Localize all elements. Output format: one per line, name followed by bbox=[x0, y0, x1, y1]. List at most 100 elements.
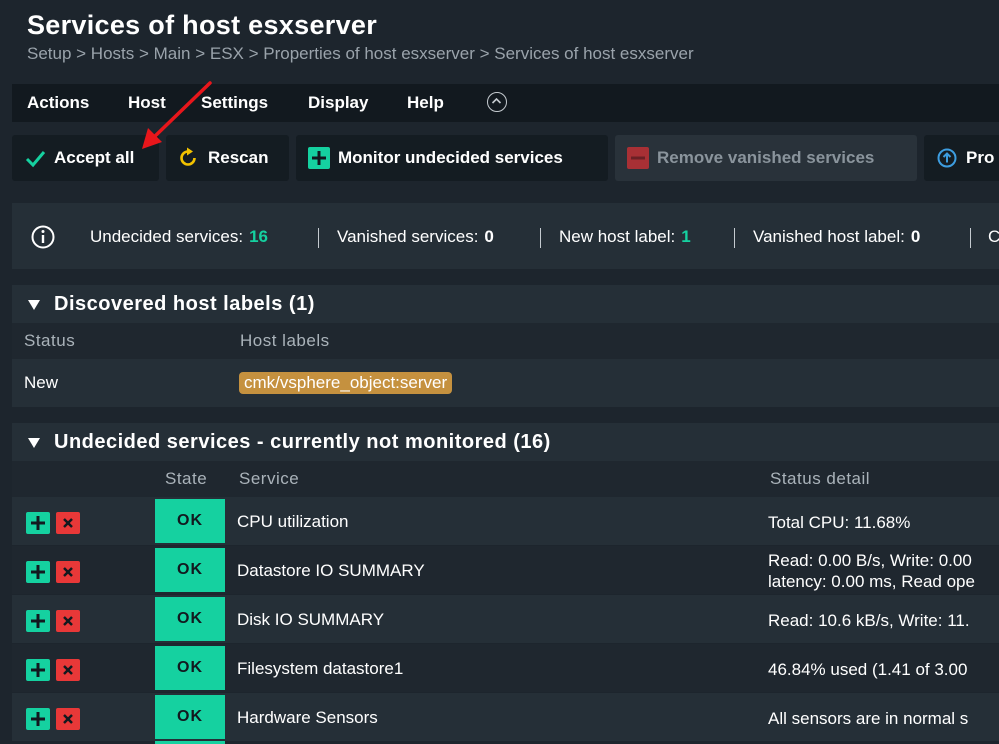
status-detail: Total CPU: 11.68% bbox=[768, 512, 910, 533]
new-host-label-stat: New host label: 1 bbox=[559, 227, 691, 247]
table-row: OK Filesystem datastore1 46.84% used (1.… bbox=[12, 644, 999, 692]
divider bbox=[734, 228, 735, 248]
remove-vanished-label: Remove vanished services bbox=[657, 148, 875, 167]
refresh-icon bbox=[180, 147, 196, 166]
check-icon bbox=[25, 151, 46, 168]
undecided-services-stat: Undecided services: 16 bbox=[90, 227, 268, 247]
page-title: Services of host esxserver bbox=[27, 10, 378, 40]
service-name: CPU utilization bbox=[237, 512, 349, 531]
menu-bar: Actions Host Settings Display Help bbox=[12, 84, 999, 122]
menu-actions[interactable]: Actions bbox=[27, 93, 89, 113]
vanished-services-stat: Vanished services: 0 bbox=[337, 227, 494, 247]
column-header-state: State bbox=[165, 469, 208, 488]
vanished-services-label: Vanished services: bbox=[337, 227, 479, 246]
table-row: OK CPU utilization Total CPU: 11.68% bbox=[12, 497, 999, 545]
rescan-button[interactable]: Rescan bbox=[166, 135, 289, 181]
table-row: OK Hardware Sensors All sensors are in n… bbox=[12, 693, 999, 741]
disable-service-button[interactable] bbox=[56, 610, 80, 632]
column-header-host-labels: Host labels bbox=[240, 331, 330, 350]
host-label-badge: cmk/vsphere_object:server bbox=[239, 372, 453, 394]
disable-service-button[interactable] bbox=[56, 512, 80, 534]
divider bbox=[540, 228, 541, 248]
state-badge: OK bbox=[155, 597, 225, 641]
close-icon bbox=[63, 714, 73, 724]
more-toolbar-button[interactable]: Pro bbox=[924, 135, 999, 181]
service-name: Datastore IO SUMMARY bbox=[237, 561, 425, 580]
monitor-undecided-button[interactable]: Monitor undecided services bbox=[296, 135, 608, 181]
services-table-header: State Service Status detail bbox=[12, 461, 999, 497]
close-icon bbox=[63, 518, 73, 528]
status-detail: 46.84% used (1.41 of 3.00 bbox=[768, 659, 967, 680]
disable-service-button[interactable] bbox=[56, 561, 80, 583]
disable-service-button[interactable] bbox=[56, 708, 80, 730]
divider bbox=[970, 228, 971, 248]
chevron-up-icon[interactable] bbox=[487, 92, 507, 112]
service-name: Filesystem datastore1 bbox=[237, 659, 404, 678]
table-row: New cmk/vsphere_object:server bbox=[12, 359, 999, 407]
status-detail: Read: 0.00 B/s, Write: 0.00 latency: 0.0… bbox=[768, 550, 975, 592]
arrow-up-circle-icon bbox=[937, 148, 957, 168]
collapse-triangle-icon[interactable] bbox=[28, 438, 40, 448]
info-icon bbox=[31, 225, 55, 249]
collapse-triangle-icon[interactable] bbox=[28, 300, 40, 310]
host-labels-panel-header[interactable]: Discovered host labels (1) bbox=[12, 285, 999, 323]
undecided-services-panel-title: Undecided services - currently not monit… bbox=[54, 431, 551, 453]
menu-help[interactable]: Help bbox=[407, 93, 444, 113]
monitor-undecided-label: Monitor undecided services bbox=[338, 148, 563, 167]
new-host-label-label: New host label: bbox=[559, 227, 676, 246]
state-badge: OK bbox=[155, 646, 225, 690]
plus-icon bbox=[31, 663, 45, 677]
vanished-services-value: 0 bbox=[484, 227, 494, 246]
host-labels-table-header: Status Host labels bbox=[12, 323, 999, 359]
remove-vanished-button[interactable]: Remove vanished services bbox=[615, 135, 917, 181]
close-icon bbox=[63, 665, 73, 675]
plus-icon bbox=[31, 516, 45, 530]
state-badge: OK bbox=[155, 695, 225, 739]
vanished-host-label-label: Vanished host label: bbox=[753, 227, 905, 246]
plus-icon bbox=[31, 712, 45, 726]
label-status: New bbox=[24, 373, 59, 392]
vanished-host-label-stat: Vanished host label: 0 bbox=[753, 227, 920, 247]
status-detail-line: Read: 0.00 B/s, Write: 0.00 bbox=[768, 551, 972, 570]
column-header-service: Service bbox=[239, 469, 300, 488]
host-labels-panel-title: Discovered host labels (1) bbox=[54, 293, 315, 315]
table-row: OK Disk IO SUMMARY Read: 10.6 kB/s, Writ… bbox=[12, 595, 999, 643]
monitor-service-button[interactable] bbox=[26, 561, 50, 583]
plus-icon bbox=[31, 565, 45, 579]
status-detail-line: 46.84% used (1.41 of 3.00 bbox=[768, 660, 968, 679]
close-icon bbox=[63, 567, 73, 577]
status-detail: Read: 10.6 kB/s, Write: 11. bbox=[768, 610, 970, 631]
discovery-info-bar: Undecided services: 16 Vanished services:… bbox=[12, 203, 999, 269]
monitor-service-button[interactable] bbox=[26, 659, 50, 681]
undecided-services-value: 16 bbox=[249, 227, 268, 246]
monitor-service-button[interactable] bbox=[26, 610, 50, 632]
menu-settings[interactable]: Settings bbox=[201, 93, 268, 113]
undecided-services-panel-header[interactable]: Undecided services - currently not monit… bbox=[12, 423, 999, 461]
table-row: OK Datastore IO SUMMARY Read: 0.00 B/s, … bbox=[12, 546, 999, 594]
monitor-service-button[interactable] bbox=[26, 512, 50, 534]
status-detail-line: latency: 0.00 ms, Read ope bbox=[768, 572, 975, 591]
new-host-label-value: 1 bbox=[681, 227, 691, 246]
plus-icon bbox=[31, 614, 45, 628]
column-header-status-detail: Status detail bbox=[770, 469, 871, 488]
column-header-status: Status bbox=[24, 331, 76, 350]
service-name: Disk IO SUMMARY bbox=[237, 610, 385, 629]
accept-all-button[interactable]: Accept all bbox=[12, 135, 159, 181]
monitor-service-button[interactable] bbox=[26, 708, 50, 730]
breadcrumb[interactable]: Setup > Hosts > Main > ESX > Properties … bbox=[27, 44, 694, 64]
minus-icon bbox=[627, 147, 649, 169]
service-name: Hardware Sensors bbox=[237, 708, 378, 727]
vanished-host-label-value: 0 bbox=[910, 227, 921, 246]
more-toolbar-label: Pro bbox=[966, 148, 995, 167]
state-badge: OK bbox=[155, 499, 225, 543]
accept-all-label: Accept all bbox=[54, 148, 135, 167]
menu-display[interactable]: Display bbox=[308, 93, 368, 113]
status-detail-line: Total CPU: 11.68% bbox=[768, 513, 911, 532]
state-badge: OK bbox=[155, 548, 225, 592]
undecided-services-label: Undecided services: bbox=[90, 227, 244, 246]
menu-host[interactable]: Host bbox=[128, 93, 166, 113]
status-detail: All sensors are in normal s bbox=[768, 708, 968, 729]
disable-service-button[interactable] bbox=[56, 659, 80, 681]
status-detail-line: All sensors are in normal s bbox=[768, 709, 969, 728]
rescan-label: Rescan bbox=[208, 148, 269, 167]
